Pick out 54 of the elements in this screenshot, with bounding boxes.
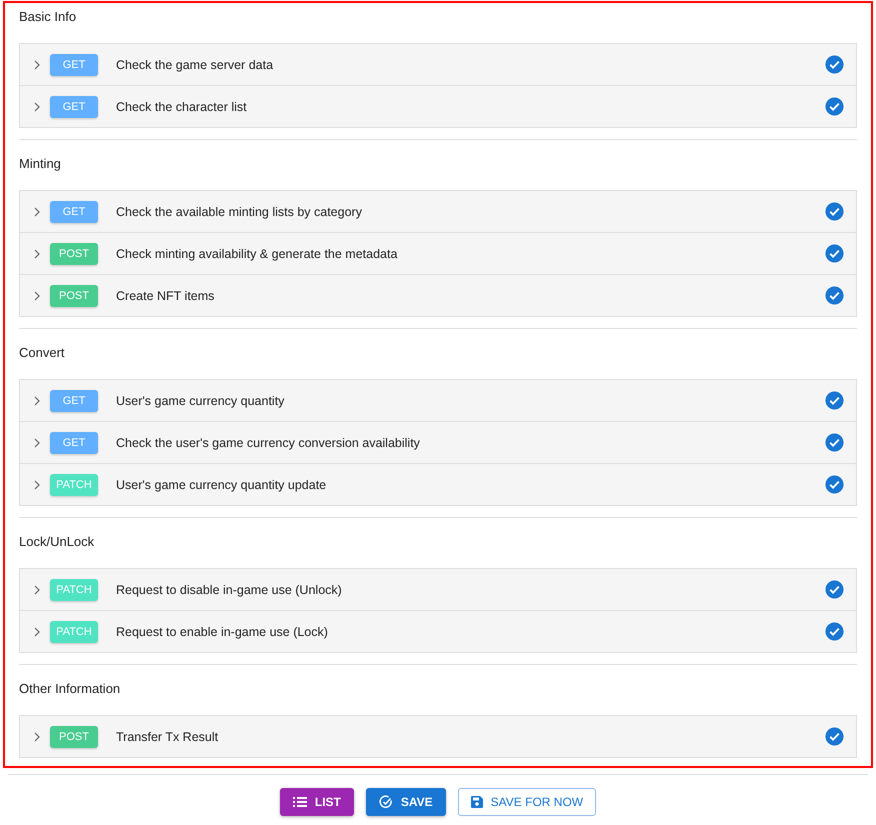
- method-badge: GET: [50, 54, 98, 76]
- endpoint-row[interactable]: POST Transfer Tx Result: [20, 716, 856, 757]
- endpoint-row[interactable]: POST Check minting availability & generate the metadata: [20, 232, 856, 274]
- endpoint-description: Create NFT items: [116, 288, 216, 302]
- endpoint-row[interactable]: GET Check the user's game currency conversion availability: [20, 421, 856, 463]
- chevron-icon[interactable]: [32, 438, 42, 448]
- endpoint-row[interactable]: PATCH User's game currency quantity update: [20, 463, 856, 505]
- method-badge: GET: [50, 432, 98, 454]
- endpoint-description: Check the game server data: [116, 58, 274, 72]
- endpoint-description: Check the user's game currency conversion availability: [116, 436, 421, 450]
- chevron-icon[interactable]: [32, 248, 42, 258]
- method-badge: PATCH: [50, 620, 98, 642]
- endpoint-description: Request to disable in-game use (Unlock): [116, 582, 343, 596]
- endpoint-row[interactable]: PATCH Request to enable in-game use (Lock): [20, 610, 856, 652]
- method-badge: POST: [50, 284, 98, 306]
- section-title: Lock/UnLock: [19, 533, 96, 551]
- list-icon: [292, 796, 307, 808]
- method-badge: GET: [50, 390, 98, 412]
- endpoint-description: Check the available minting lists by category: [116, 204, 363, 218]
- method-badge: POST: [50, 726, 98, 748]
- chevron-icon[interactable]: [32, 732, 42, 742]
- chevron-icon[interactable]: [32, 626, 42, 636]
- chevron-icon[interactable]: [32, 290, 42, 300]
- list-button[interactable]: LIST: [280, 788, 354, 816]
- chevron-icon[interactable]: [32, 480, 42, 490]
- method-badge: PATCH: [50, 578, 98, 600]
- chevron-icon[interactable]: [32, 584, 42, 594]
- check-circle-icon: [378, 795, 393, 809]
- section-title: Other Information: [19, 680, 122, 698]
- endpoint-description: Transfer Tx Result: [116, 730, 220, 744]
- chevron-icon[interactable]: [32, 396, 42, 406]
- endpoint-description: Request to enable in-game use (Lock): [116, 624, 329, 638]
- endpoint-description: Check the character list: [116, 100, 248, 114]
- chevron-icon[interactable]: [32, 102, 42, 112]
- section-title: Basic Info: [19, 8, 78, 26]
- endpoint-description: User's game currency quantity: [116, 394, 286, 408]
- chevron-icon[interactable]: [32, 206, 42, 216]
- endpoint-row[interactable]: POST Create NFT items: [20, 274, 856, 316]
- endpoint-row[interactable]: GET Check the available minting lists by category: [20, 191, 856, 232]
- endpoint-row[interactable]: PATCH Request to disable in-game use (Unlock): [20, 569, 856, 610]
- method-badge: GET: [50, 96, 98, 118]
- endpoint-row[interactable]: GET Check the game server data: [20, 44, 856, 85]
- endpoint-row[interactable]: GET User's game currency quantity: [20, 380, 856, 421]
- method-badge: GET: [50, 200, 98, 222]
- method-badge: POST: [50, 242, 98, 264]
- endpoint-description: Check minting availability & generate the metadata: [116, 246, 398, 260]
- method-badge: PATCH: [50, 474, 98, 496]
- endpoint-description: User's game currency quantity update: [116, 478, 328, 492]
- endpoint-row[interactable]: GET Check the character list: [20, 85, 856, 127]
- section-title: Minting: [19, 155, 62, 173]
- section-title: Convert: [19, 344, 66, 362]
- chevron-icon[interactable]: [32, 60, 42, 70]
- save-button[interactable]: SAVE: [366, 788, 446, 816]
- save-draft-button[interactable]: SAVE FOR NOW: [458, 788, 596, 816]
